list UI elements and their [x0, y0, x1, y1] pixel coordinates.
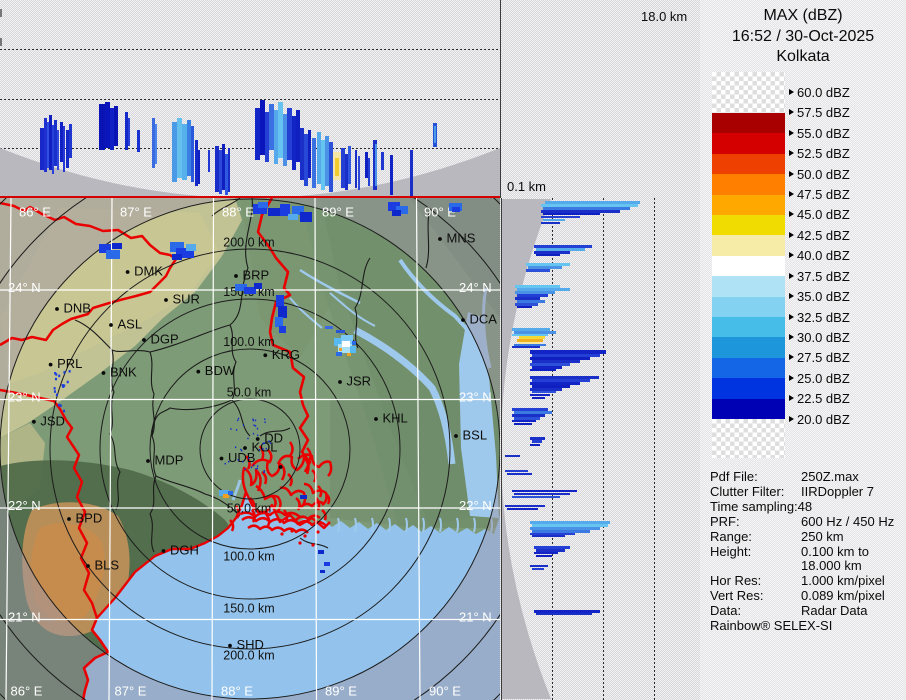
svg-text:SHD: SHD: [237, 637, 264, 652]
svg-text:50.0 km: 50.0 km: [227, 502, 271, 516]
svg-text:23° N: 23° N: [8, 390, 41, 405]
svg-text:86° E: 86° E: [11, 684, 43, 699]
svg-text:DGH: DGH: [170, 543, 199, 558]
svg-text:BDW: BDW: [205, 363, 236, 378]
svg-text:22° N: 22° N: [459, 498, 492, 513]
svg-text:BSL: BSL: [463, 428, 488, 443]
svg-text:DNB: DNB: [64, 301, 91, 316]
svg-text:50.0 km: 50.0 km: [227, 386, 271, 400]
svg-text:23° N: 23° N: [459, 390, 492, 405]
svg-text:BRP: BRP: [243, 268, 270, 283]
svg-text:88° E: 88° E: [221, 684, 253, 699]
svg-text:87° E: 87° E: [120, 205, 152, 220]
svg-text:BNK: BNK: [110, 365, 137, 380]
svg-text:22° N: 22° N: [8, 498, 41, 513]
svg-text:MDP: MDP: [155, 453, 184, 468]
svg-text:DGP: DGP: [151, 332, 179, 347]
svg-text:89° E: 89° E: [322, 205, 354, 220]
svg-text:21° N: 21° N: [8, 610, 41, 625]
svg-text:100.0 km: 100.0 km: [223, 335, 274, 349]
svg-text:200.0 km: 200.0 km: [223, 236, 274, 250]
svg-text:SUR: SUR: [173, 292, 200, 307]
svg-text:JSR: JSR: [347, 374, 372, 389]
svg-text:87° E: 87° E: [115, 684, 147, 699]
svg-text:24° N: 24° N: [8, 280, 41, 295]
svg-text:JSD: JSD: [40, 413, 65, 428]
svg-text:DCA: DCA: [470, 312, 498, 327]
svg-text:89° E: 89° E: [325, 684, 357, 699]
svg-text:90° E: 90° E: [429, 684, 461, 699]
svg-text:UDB: UDB: [228, 450, 255, 465]
svg-text:21° N: 21° N: [459, 610, 492, 625]
svg-text:ASL: ASL: [118, 317, 143, 332]
svg-text:MNS: MNS: [447, 231, 476, 246]
svg-text:DMK: DMK: [134, 264, 163, 279]
svg-text:100.0 km: 100.0 km: [223, 550, 274, 564]
svg-text:KRG: KRG: [272, 347, 300, 362]
svg-text:88° E: 88° E: [222, 205, 254, 220]
svg-text:PRL: PRL: [57, 356, 82, 371]
svg-text:86° E: 86° E: [19, 205, 51, 220]
svg-text:24° N: 24° N: [459, 280, 492, 295]
svg-text:BPD: BPD: [76, 511, 103, 526]
svg-text:KHL: KHL: [383, 411, 408, 426]
svg-text:BLS: BLS: [95, 558, 120, 573]
svg-text:150.0 km: 150.0 km: [223, 602, 274, 616]
